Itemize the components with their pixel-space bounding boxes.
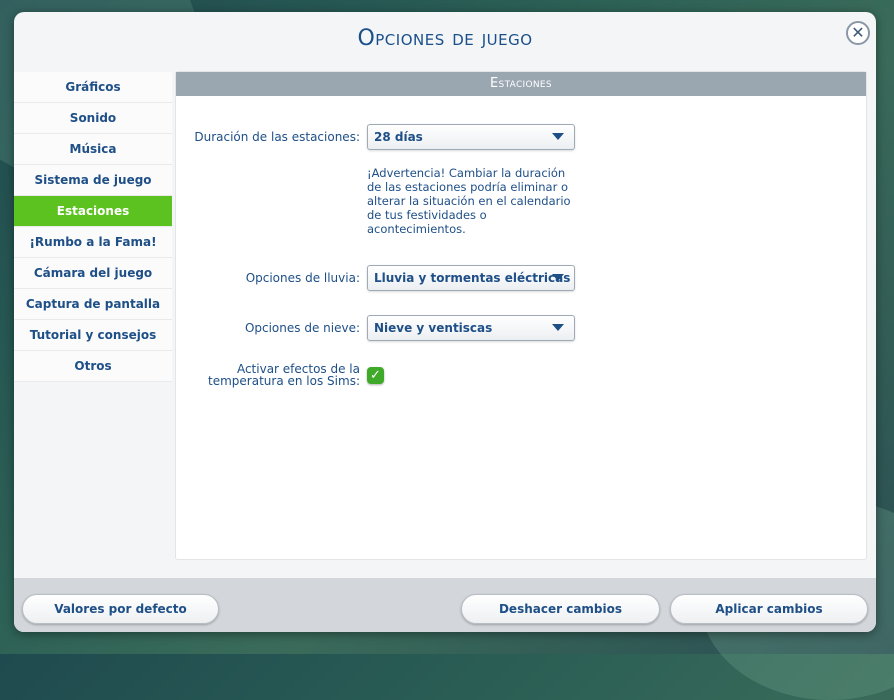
- snow-options-value: Nieve y ventiscas: [374, 321, 493, 335]
- game-options-dialog: Opciones de juego ✕ Gráficos Sonido Músi…: [14, 12, 876, 632]
- dialog-footer: Valores por defecto Deshacer cambios Apl…: [14, 578, 876, 632]
- apply-changes-button[interactable]: Aplicar cambios: [670, 594, 868, 624]
- sidebar-item-other[interactable]: Otros: [14, 351, 172, 382]
- sidebar-item-gameplay[interactable]: Sistema de juego: [14, 165, 172, 196]
- snow-options-label: Opciones de nieve:: [244, 321, 360, 335]
- panel-header: Estaciones: [176, 72, 866, 96]
- temperature-effects-label: Activar efectos de la temperatura en los…: [208, 363, 360, 387]
- rain-options-value: Lluvia y tormentas eléctricas: [374, 271, 571, 285]
- season-length-label: Duración de las estaciones:: [194, 130, 360, 144]
- sidebar-item-seasons[interactable]: Estaciones: [14, 196, 172, 227]
- temperature-label-line2: temperatura en los Sims:: [208, 374, 360, 388]
- defaults-button[interactable]: Valores por defecto: [22, 594, 219, 624]
- sidebar-item-graphics[interactable]: Gráficos: [14, 72, 172, 103]
- season-length-value: 28 días: [374, 130, 423, 144]
- close-icon[interactable]: ✕: [846, 21, 870, 45]
- snow-options-dropdown[interactable]: Nieve y ventiscas: [367, 315, 575, 341]
- chevron-down-icon: [552, 133, 564, 140]
- season-length-warning: ¡Advertencia! Cambiar la duración de las…: [367, 166, 571, 236]
- rain-options-dropdown[interactable]: Lluvia y tormentas eléctricas: [367, 265, 575, 291]
- rain-options-label: Opciones de lluvia:: [245, 271, 360, 285]
- sidebar-item-get-famous[interactable]: ¡Rumbo a la Fama!: [14, 227, 172, 258]
- chevron-down-icon: [552, 274, 564, 281]
- options-sidebar: Gráficos Sonido Música Sistema de juego …: [14, 72, 172, 382]
- seasons-panel: Estaciones Duración de las estaciones: 2…: [176, 72, 866, 559]
- sidebar-item-screenshot[interactable]: Captura de pantalla: [14, 289, 172, 320]
- sidebar-item-music[interactable]: Música: [14, 134, 172, 165]
- sidebar-item-sound[interactable]: Sonido: [14, 103, 172, 134]
- season-length-dropdown[interactable]: 28 días: [367, 124, 575, 150]
- checkmark-icon: ✓: [370, 368, 381, 383]
- chevron-down-icon: [552, 324, 564, 331]
- dialog-title: Opciones de juego: [357, 26, 533, 51]
- temperature-effects-checkbox[interactable]: ✓: [367, 367, 384, 384]
- sidebar-item-camera[interactable]: Cámara del juego: [14, 258, 172, 289]
- undo-changes-button[interactable]: Deshacer cambios: [461, 594, 660, 624]
- sidebar-item-tutorial[interactable]: Tutorial y consejos: [14, 320, 172, 351]
